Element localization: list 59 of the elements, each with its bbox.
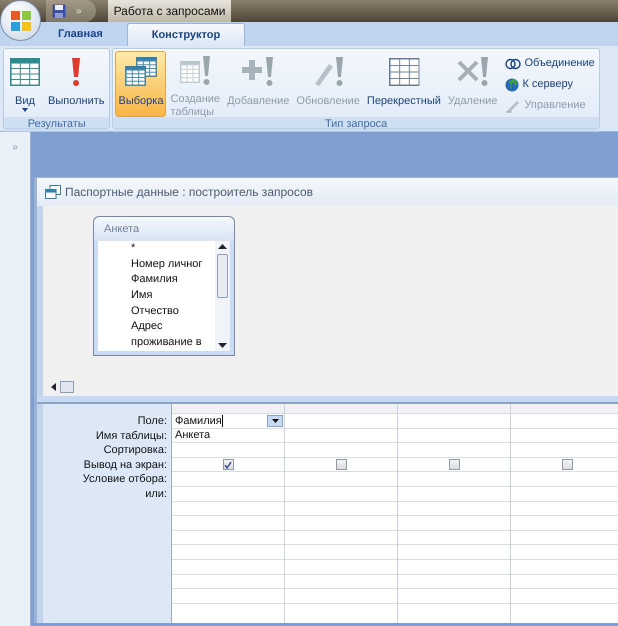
down-arrow-icon: [218, 343, 227, 348]
row-label: Поле:: [138, 414, 167, 429]
scroll-thumb[interactable]: [60, 381, 74, 393]
field-item[interactable]: Номер личног: [131, 256, 215, 272]
caret-icon: [272, 419, 278, 423]
tables-icon: [45, 185, 61, 199]
pencil-icon: [505, 98, 522, 112]
grid-cell[interactable]: Фамилия: [172, 414, 284, 429]
row-label: Условие отбора:: [82, 472, 167, 487]
cross-exclamation-icon: [456, 56, 490, 88]
left-arrow-icon: [51, 383, 56, 391]
row-label: Сортировка:: [104, 443, 167, 458]
ribbon-button[interactable]: Вид: [6, 51, 44, 117]
field-item[interactable]: *: [131, 241, 215, 257]
table-exclamation-icon: [178, 55, 212, 87]
row-label: или:: [145, 486, 167, 502]
row-label: Вывод на экран:: [84, 458, 167, 472]
group-label: Тип запроса: [113, 117, 599, 132]
globe-icon: [505, 78, 520, 92]
ribbon-button[interactable]: Объединение: [503, 54, 597, 73]
checkbox[interactable]: [562, 459, 572, 470]
logo-icon: [10, 10, 32, 32]
table-icon: [9, 57, 41, 87]
window-title: Паспортные данные : построитель запросов: [65, 184, 314, 201]
tables-icon: [124, 56, 158, 88]
scroll-thumb[interactable]: [217, 254, 228, 298]
grid-cell[interactable]: [172, 458, 284, 472]
field-item[interactable]: проживание в: [131, 335, 215, 351]
grid-cell[interactable]: Анкета: [172, 428, 284, 444]
ribbon-button[interactable]: К серверу: [503, 75, 597, 94]
ribbon-tab[interactable]: Конструктор: [126, 23, 246, 46]
column-selector[interactable]: [398, 404, 510, 414]
field-item[interactable]: Имя: [131, 288, 215, 304]
window-title: Работа с запросами: [108, 0, 232, 22]
grid-cell[interactable]: [511, 458, 618, 472]
circles-icon: [505, 58, 522, 70]
ribbon-tab[interactable]: Главная: [48, 23, 113, 46]
save-icon: [52, 4, 66, 18]
up-arrow-icon: [218, 244, 227, 249]
splitter-bar[interactable]: [37, 396, 618, 404]
field-item[interactable]: Отчество: [131, 304, 215, 320]
dropdown-button[interactable]: [267, 415, 283, 427]
ribbon-button[interactable]: Выборка: [115, 51, 166, 117]
row-label: Имя таблицы:: [96, 428, 167, 444]
field-item[interactable]: Фамилия: [131, 272, 215, 288]
ribbon-button[interactable]: Выполнить: [45, 51, 108, 117]
scrollbar[interactable]: [215, 241, 230, 351]
table-title: Анкета: [94, 217, 234, 241]
checkbox[interactable]: [336, 459, 346, 470]
checkbox[interactable]: [448, 459, 460, 470]
grid-cell[interactable]: [398, 458, 510, 472]
grid-cell[interactable]: [285, 458, 397, 472]
field-item[interactable]: Адрес: [131, 319, 215, 336]
ribbon-button[interactable]: Перекрестный: [364, 51, 444, 117]
checkbox[interactable]: [222, 459, 234, 470]
group-label: Результаты: [4, 117, 110, 132]
plus-exclamation-icon: [241, 56, 276, 88]
grid-icon: [388, 57, 420, 87]
column-selector[interactable]: [511, 404, 618, 414]
